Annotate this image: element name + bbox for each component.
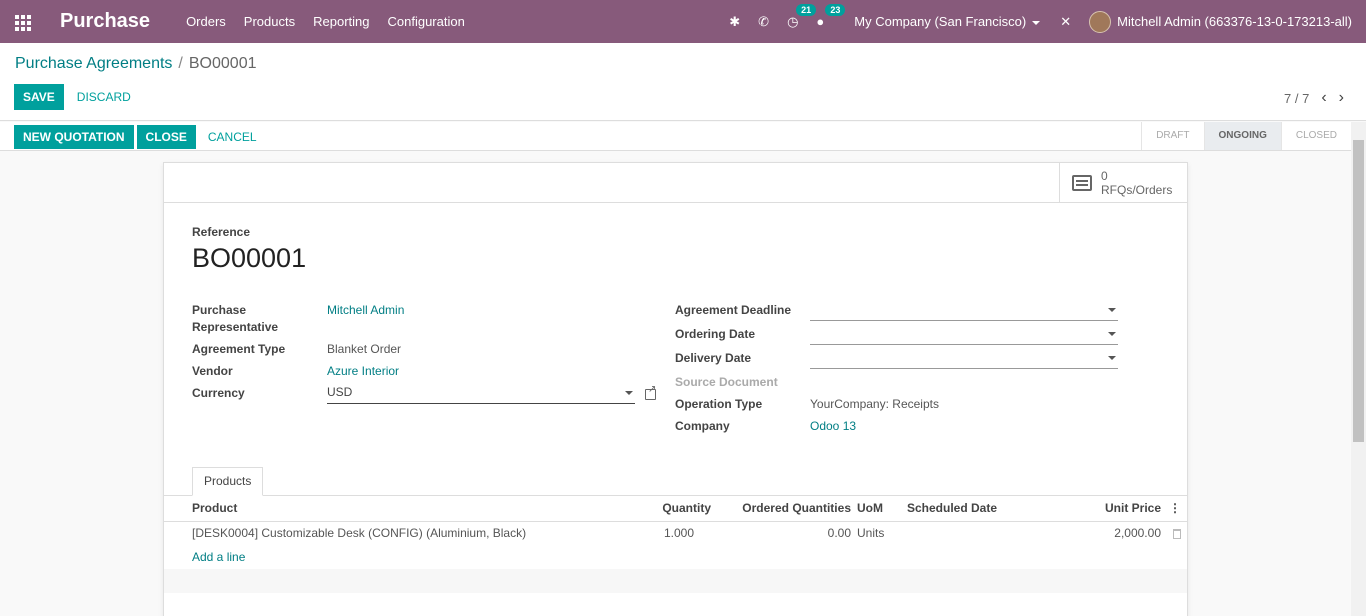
delivery-date-label: Delivery Date [675,351,752,365]
chevron-down-icon [1108,356,1116,360]
currency-label: Currency [192,386,245,400]
stage-pipeline: DRAFT ONGOING CLOSED [1141,122,1351,150]
vendor-label: Vendor [192,364,233,378]
tab-products[interactable]: Products [192,467,264,496]
menu-reporting[interactable]: Reporting [313,14,369,29]
cancel-button[interactable]: CANCEL [199,125,266,149]
trash-icon[interactable] [1173,529,1181,540]
product-lines-table: Product Quantity Ordered Quantities UoM … [164,496,1187,593]
col-uom[interactable]: UoM [854,496,904,522]
form-sheet: 0 RFQs/Orders Reference BO00001 Purchase… [163,162,1188,616]
breadcrumb: Purchase Agreements / BO00001 [15,55,256,73]
button-box: 0 RFQs/Orders [164,163,1187,203]
column-options-icon[interactable]: ⋮ [1164,496,1187,522]
stage-ongoing[interactable]: ONGOING [1203,122,1281,150]
pager-value[interactable]: 7 / 7 [1284,91,1309,106]
stage-closed[interactable]: CLOSED [1280,122,1351,150]
line-product[interactable]: [DESK0004] Customizable Desk (CONFIG) (A… [164,521,604,545]
table-row[interactable]: [DESK0004] Customizable Desk (CONFIG) (A… [164,521,1187,545]
source-document-label: Source Document [675,375,778,389]
line-quantity[interactable]: 1.000 [604,521,714,545]
scrollbar[interactable] [1351,122,1366,616]
status-buttons: NEW QUOTATION CLOSE CANCEL [14,125,266,149]
notebook-tabs: Products [192,467,264,496]
agreement-type-value: Blanket Order [327,342,402,356]
currency-value: USD [327,385,353,399]
line-ordered: 0.00 [827,526,851,541]
add-line-link[interactable]: Add a line [192,550,245,564]
col-unit-price[interactable]: Unit Price [1054,496,1164,522]
line-uom[interactable]: Units [854,521,904,545]
chevron-down-icon [1108,332,1116,336]
save-button[interactable]: SAVE [14,84,64,110]
messages-badge: 23 [825,4,846,16]
operation-type-label: Operation Type [675,397,763,411]
delivery-date-input[interactable] [810,349,1118,369]
col-quantity[interactable]: Quantity [604,496,714,522]
chevron-right-icon[interactable]: › [1339,89,1344,107]
bug-icon[interactable]: ✱ [729,14,740,30]
ordering-date-label: Ordering Date [675,327,756,341]
line-scheduled[interactable] [904,521,1054,545]
app-name[interactable]: Purchase [60,10,150,33]
company-value[interactable]: Odoo 13 [810,418,856,435]
external-link-icon[interactable] [645,384,656,400]
chat-icon[interactable]: ● 23 [816,4,846,29]
rfq-label: RFQs/Orders [1101,183,1173,197]
activity-badge: 21 [796,3,817,16]
user-menu[interactable]: Mitchell Admin (663376-13-0-173213-all) [1117,14,1352,29]
stage-draft[interactable]: DRAFT [1141,122,1203,150]
col-ordered-quantities[interactable]: Ordered Quantities [714,496,854,522]
menu-configuration[interactable]: Configuration [387,14,464,29]
company-label: Company [675,419,730,433]
apps-grid-icon[interactable] [0,0,46,43]
empty-row [164,569,1187,593]
chevron-left-icon[interactable]: ‹ [1321,89,1326,107]
menu-orders[interactable]: Orders [186,14,226,29]
currency-select[interactable]: USD [327,384,635,404]
ordering-date-input[interactable] [810,325,1118,345]
vendor-value[interactable]: Azure Interior [327,363,399,380]
purchase-rep-value[interactable]: Mitchell Admin [327,302,404,319]
new-quotation-button[interactable]: NEW QUOTATION [14,125,134,149]
reference-value: BO00001 [192,243,307,273]
line-price[interactable]: 2,000.00 [1054,521,1164,545]
top-navbar: Purchase Orders Products Reporting Confi… [0,0,1366,43]
deadline-label: Agreement Deadline [675,303,792,317]
company-name: My Company (San Francisco) [854,14,1027,29]
operation-type-value: YourCompany: Receipts [810,397,939,411]
breadcrumb-current: BO00001 [188,55,257,72]
breadcrumb-parent[interactable]: Purchase Agreements [15,55,172,72]
chevron-down-icon [1032,20,1041,25]
activity-clock-icon[interactable]: ◷ 21 [787,3,817,30]
close-x-icon[interactable]: ✕ [1060,14,1071,30]
rfq-count: 0 [1101,169,1108,183]
status-bar: NEW QUOTATION CLOSE CANCEL DRAFT ONGOING… [0,122,1351,151]
discard-button[interactable]: DISCARD [68,84,140,110]
systray: ✱ ✆ ◷ 21 ● 23 My Company (San Francisco) ✕… [711,0,1352,43]
pager: 7 / 7 ‹ › [1284,89,1344,107]
col-scheduled-date[interactable]: Scheduled Date [904,496,1054,522]
reference-label: Reference [192,225,251,239]
add-line-row: Add a line [164,545,1187,569]
phone-icon[interactable]: ✆ [758,14,769,30]
rfq-orders-smart-button[interactable]: 0 RFQs/Orders [1059,163,1187,203]
company-switcher[interactable]: My Company (San Francisco) [854,14,1041,29]
line-delete[interactable] [1164,521,1187,545]
breadcrumb-separator: / [178,55,183,72]
purchase-rep-label: Purchase Representative [192,303,279,334]
rfq-list-icon [1072,175,1092,191]
control-panel: Purchase Agreements / BO00001 SAVE DISCARD… [0,43,1366,121]
col-product[interactable]: Product [164,496,604,522]
form-buttons: SAVE DISCARD [14,84,140,110]
chevron-down-icon [625,391,633,395]
avatar[interactable] [1089,10,1112,33]
scrollbar-thumb[interactable] [1353,140,1364,442]
chevron-down-icon [1108,308,1116,312]
agreement-type-label: Agreement Type [192,342,286,356]
menu-products[interactable]: Products [244,14,295,29]
close-button[interactable]: CLOSE [136,125,196,149]
deadline-input[interactable] [810,301,1118,321]
